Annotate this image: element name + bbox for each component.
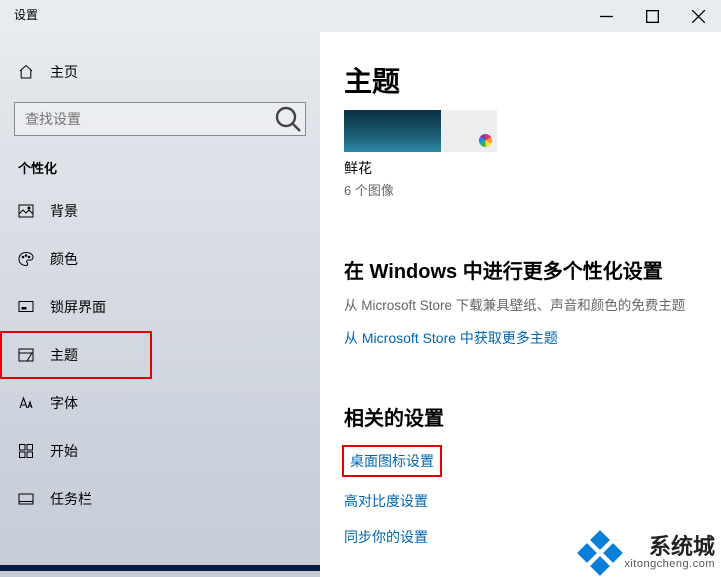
sidebar-item-taskbar[interactable]: 任务栏 — [0, 475, 320, 523]
nav-list: 背景 颜色 锁屏界面 主题 — [0, 187, 320, 523]
home-icon — [18, 64, 34, 80]
nav-home[interactable]: 主页 — [0, 50, 320, 94]
search-input[interactable] — [15, 111, 271, 127]
page-title: 主题 — [344, 60, 721, 100]
search-icon[interactable] — [271, 103, 305, 135]
color-wheel-icon — [478, 133, 493, 148]
more-desc: 从 Microsoft Store 下载兼具壁纸、声音和颜色的免费主题 — [344, 294, 721, 314]
sidebar-item-start[interactable]: 开始 — [0, 427, 320, 475]
fonts-icon — [18, 395, 34, 411]
sidebar-section: 个性化 — [0, 136, 320, 187]
main-content: 主题 鲜花 — [320, 32, 721, 577]
sidebar-item-lockscreen[interactable]: 锁屏界面 — [0, 283, 320, 331]
theme-preview[interactable]: 鲜花 6 个图像 — [344, 110, 497, 199]
sidebar-item-label: 任务栏 — [50, 489, 92, 509]
sidebar-item-themes[interactable]: 主题 — [0, 331, 152, 379]
theme-name: 鲜花 — [344, 158, 497, 178]
link-desktop-icons[interactable]: 桌面图标设置 — [344, 447, 440, 475]
maximize-button[interactable] — [629, 0, 675, 32]
start-icon — [18, 443, 34, 459]
sidebar-item-label: 字体 — [50, 393, 78, 413]
minimize-button[interactable] — [583, 0, 629, 32]
sidebar-item-label: 锁屏界面 — [50, 297, 106, 317]
related-heading: 相关的设置 — [344, 402, 721, 431]
search-box[interactable] — [14, 102, 306, 136]
sidebar-item-label: 背景 — [50, 201, 78, 221]
window-title: 设置 — [0, 0, 38, 23]
nav-home-label: 主页 — [50, 62, 78, 82]
taskbar-icon — [18, 491, 34, 507]
close-button[interactable] — [675, 0, 721, 32]
sidebar-accent-bar — [0, 565, 320, 571]
themes-icon — [18, 347, 34, 363]
watermark: 系统城 xitongcheng.com — [582, 535, 715, 571]
more-heading: 在 Windows 中进行更多个性化设置 — [344, 255, 721, 284]
picture-icon — [18, 203, 34, 219]
sidebar: 主页 个性化 背景 颜色 — [0, 32, 320, 577]
link-high-contrast[interactable]: 高对比度设置 — [344, 491, 428, 511]
window-controls — [583, 0, 721, 32]
sidebar-item-background[interactable]: 背景 — [0, 187, 320, 235]
watermark-name: 系统城 — [624, 536, 715, 558]
sidebar-item-label: 主题 — [50, 345, 78, 365]
watermark-logo-icon — [582, 535, 618, 571]
palette-icon — [18, 251, 34, 267]
sidebar-item-fonts[interactable]: 字体 — [0, 379, 320, 427]
related-settings: 相关的设置 桌面图标设置 高对比度设置 同步你的设置 — [344, 402, 721, 547]
sidebar-item-label: 颜色 — [50, 249, 78, 269]
store-link[interactable]: 从 Microsoft Store 中获取更多主题 — [344, 328, 558, 348]
titlebar: 设置 — [0, 0, 721, 32]
theme-swatch — [344, 110, 497, 152]
sidebar-item-label: 开始 — [50, 441, 78, 461]
link-sync-settings[interactable]: 同步你的设置 — [344, 527, 428, 547]
sidebar-item-colors[interactable]: 颜色 — [0, 235, 320, 283]
watermark-url: xitongcheng.com — [624, 558, 715, 570]
lockscreen-icon — [18, 299, 34, 315]
theme-image-count: 6 个图像 — [344, 180, 497, 199]
